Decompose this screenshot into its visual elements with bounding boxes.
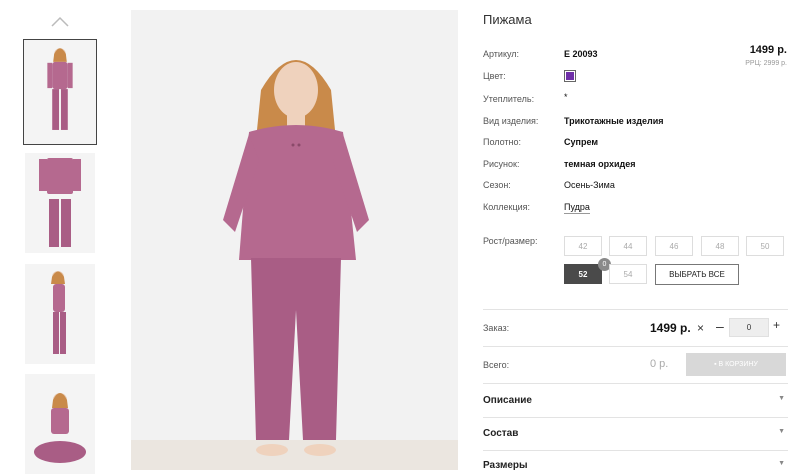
- thumbnail-gallery: [22, 0, 98, 474]
- size-option-48[interactable]: 48: [701, 236, 739, 256]
- order-price: 1499 р.: [650, 321, 691, 335]
- order-label: Заказ:: [483, 323, 510, 333]
- prop-label-type: Вид изделия:: [483, 116, 539, 126]
- prop-value-season: Осень-Зима: [564, 180, 615, 190]
- collection-link[interactable]: Пудра: [564, 202, 590, 214]
- model-photo: [131, 10, 458, 470]
- close-icon[interactable]: ×: [697, 321, 704, 335]
- thumbnail-2[interactable]: [25, 153, 95, 253]
- sizes-label: Рост/размер:: [483, 236, 538, 246]
- total-value: 0 р.: [650, 358, 669, 370]
- select-all-sizes-button[interactable]: ВЫБРАТЬ ВСЕ: [655, 264, 739, 285]
- size-option-42[interactable]: 42: [564, 236, 602, 256]
- size-option-44[interactable]: 44: [609, 236, 647, 256]
- product-info-panel: Пижама 1499 р. РРЦ: 2999 р. Артикул: E 2…: [483, 0, 788, 471]
- main-product-photo[interactable]: [131, 10, 458, 470]
- size-option-54[interactable]: 54: [609, 264, 647, 284]
- prop-label-article: Артикул:: [483, 49, 520, 59]
- accordion-description[interactable]: Описание: [483, 395, 532, 406]
- chevron-up-icon[interactable]: [50, 16, 70, 28]
- add-to-cart-button[interactable]: ▪ В КОРЗИНУ: [686, 353, 786, 376]
- divider: [483, 450, 788, 451]
- chevron-down-icon[interactable]: ▼: [778, 428, 785, 435]
- prop-value-article: E 20093: [564, 49, 598, 59]
- thumbnail-3[interactable]: [25, 264, 95, 364]
- divider: [483, 383, 788, 384]
- product-price: 1499 р.: [749, 44, 787, 56]
- prop-value-pattern: темная орхидея: [564, 159, 636, 169]
- recommended-price: РРЦ: 2999 р.: [745, 60, 787, 67]
- prop-label-insulation: Утеплитель:: [483, 94, 535, 104]
- chevron-down-icon[interactable]: ▼: [778, 395, 785, 402]
- size-option-52[interactable]: 52: [564, 264, 602, 284]
- prop-label-collection: Коллекция:: [483, 202, 531, 212]
- divider: [483, 309, 788, 310]
- divider: [483, 417, 788, 418]
- accordion-sizes[interactable]: Размеры: [483, 460, 528, 471]
- add-to-cart-label: В КОРЗИНУ: [718, 361, 758, 368]
- prop-value-type: Трикотажные изделия: [564, 116, 664, 126]
- total-label: Всего:: [483, 360, 510, 370]
- quantity-input[interactable]: 0: [729, 318, 769, 337]
- chevron-down-icon[interactable]: ▼: [778, 460, 785, 467]
- prop-value-insulation: *: [564, 92, 568, 102]
- prop-label-color: Цвет:: [483, 71, 506, 81]
- accordion-composition[interactable]: Состав: [483, 428, 518, 439]
- color-swatch[interactable]: [564, 70, 576, 82]
- thumbnail-4[interactable]: [25, 374, 95, 474]
- product-title: Пижама: [483, 12, 532, 27]
- prop-label-pattern: Рисунок:: [483, 159, 520, 169]
- prop-value-fabric: Супрем: [564, 137, 598, 147]
- prop-label-fabric: Полотно:: [483, 137, 522, 147]
- thumbnail-1[interactable]: [23, 39, 97, 145]
- divider: [483, 346, 788, 347]
- prop-label-season: Сезон:: [483, 180, 511, 190]
- quantity-increase-button[interactable]: +: [773, 318, 780, 332]
- size-option-50[interactable]: 50: [746, 236, 784, 256]
- quantity-decrease-button[interactable]: –: [716, 318, 724, 334]
- size-option-46[interactable]: 46: [655, 236, 693, 256]
- cart-icon: ▪: [714, 361, 717, 368]
